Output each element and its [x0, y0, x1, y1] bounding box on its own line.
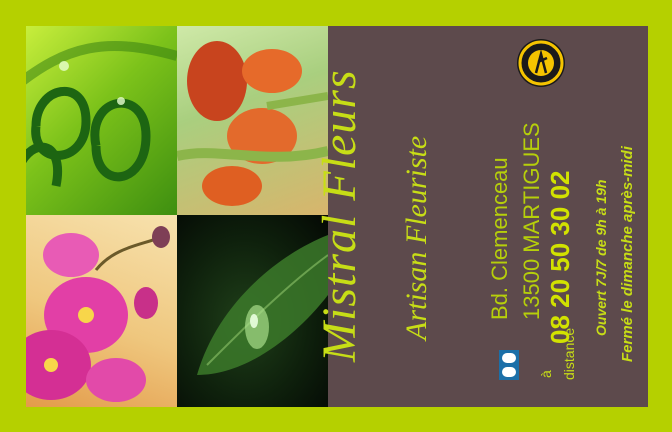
florist-seal-icon [516, 38, 566, 88]
green-curl-photo [26, 26, 177, 215]
phone-icon [499, 350, 519, 380]
closed-hours: Fermé le dimanche après-midi [619, 146, 636, 362]
orchid-photo [26, 215, 177, 407]
brand-name: Mistral Fleurs [313, 69, 366, 362]
phone-number: 08 20 50 30 02 [545, 170, 575, 345]
phone-label-a: à [538, 370, 554, 378]
tulip-photo [177, 26, 328, 215]
city-address: 13500 MARTIGUES [519, 122, 544, 320]
street-address: Bd. Clemenceau [487, 157, 512, 320]
opening-hours: Ouvert 7J/7 de 9h à 19h [593, 179, 609, 336]
brand-tagline: Artisan Fleuriste [400, 135, 433, 340]
leaf-droplet-photo [177, 215, 328, 407]
